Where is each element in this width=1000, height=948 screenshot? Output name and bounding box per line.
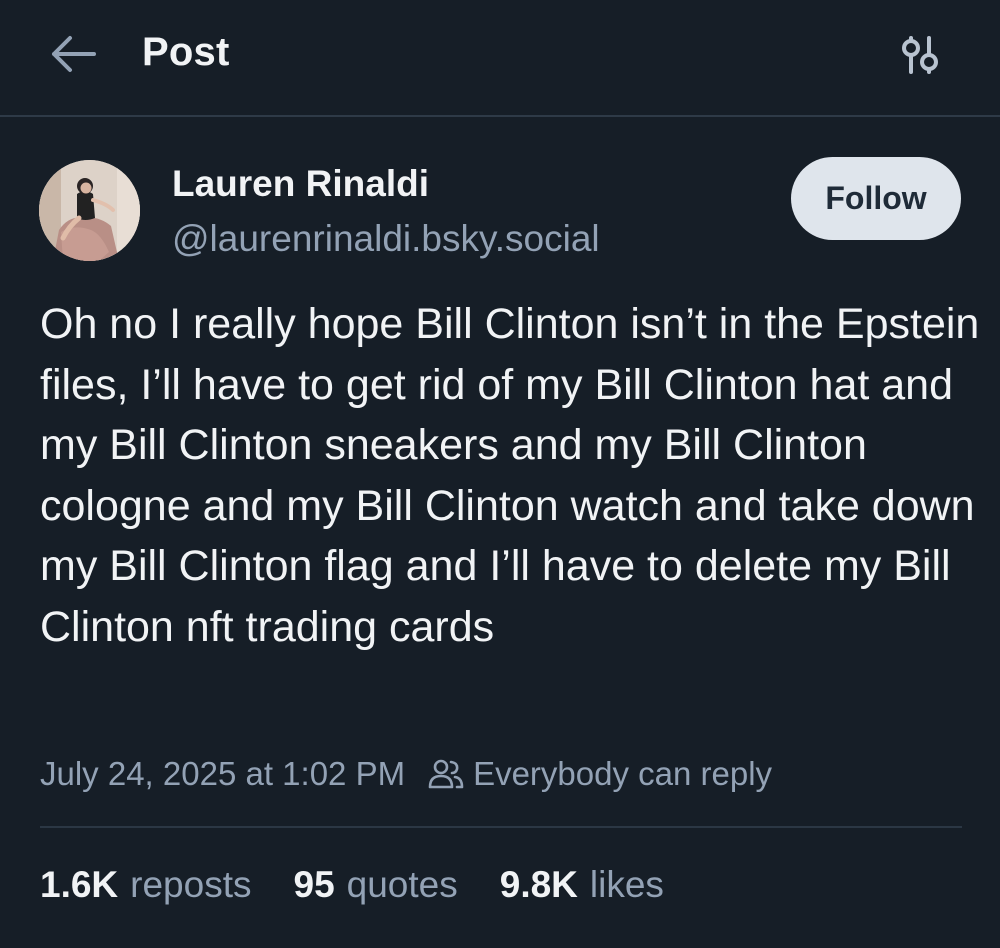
post-timestamp[interactable]: July 24, 2025 at 1:02 PM <box>40 755 405 793</box>
quotes-stat[interactable]: 95 quotes <box>294 864 458 906</box>
sliders-icon <box>902 36 938 74</box>
reposts-stat[interactable]: 1.6K reposts <box>40 864 252 906</box>
reposts-label: reposts <box>130 864 252 905</box>
back-button[interactable] <box>46 32 100 76</box>
author-handle[interactable]: @laurenrinaldi.bsky.social <box>172 218 600 260</box>
quotes-count: 95 <box>293 864 335 905</box>
avatar-photo <box>39 160 140 261</box>
post-meta: July 24, 2025 at 1:02 PM Everybody can r… <box>40 752 772 796</box>
avatar[interactable] <box>39 160 140 261</box>
likes-label: likes <box>589 864 664 905</box>
author-name[interactable]: Lauren Rinaldi <box>172 163 429 205</box>
page-title: Post <box>142 30 230 74</box>
divider <box>40 826 962 828</box>
quotes-label: quotes <box>346 864 458 905</box>
people-icon <box>428 759 464 789</box>
likes-stat[interactable]: 9.8K likes <box>500 864 664 906</box>
post-text: Oh no I really hope Bill Clinton isn’t i… <box>40 300 992 651</box>
reposts-count: 1.6K <box>40 864 119 905</box>
thread-options-button[interactable] <box>895 32 945 78</box>
post-stats: 1.6K reposts 95 quotes 9.8K likes <box>40 864 706 906</box>
likes-count: 9.8K <box>499 864 578 905</box>
top-bar: Post <box>0 0 1000 117</box>
reply-setting[interactable]: Everybody can reply <box>473 755 772 793</box>
arrow-left-icon <box>52 36 96 72</box>
follow-button[interactable]: Follow <box>791 157 961 240</box>
